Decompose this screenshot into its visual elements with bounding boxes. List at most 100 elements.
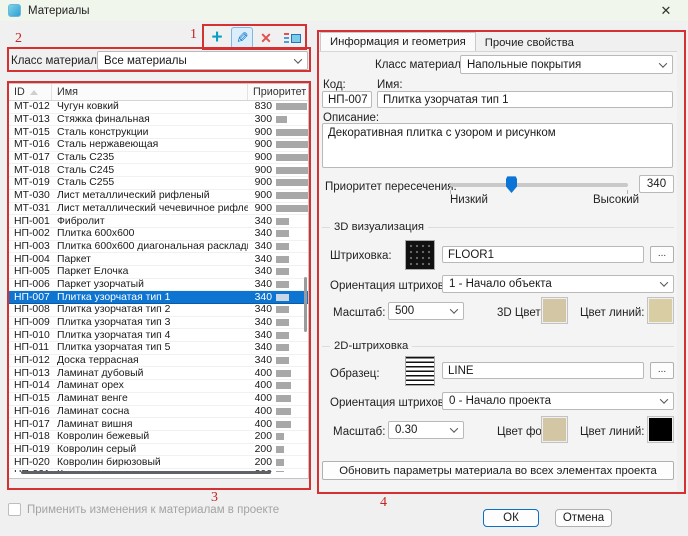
- table-row[interactable]: НП-020 Ковролин бирюзовый 200: [9, 456, 308, 469]
- column-header-name[interactable]: Имя: [52, 84, 248, 100]
- table-row[interactable]: НП-006 Паркет узорчатый 340: [9, 279, 308, 292]
- app-icon: [8, 4, 21, 17]
- material-class-filter-dropdown[interactable]: Все материалы: [97, 51, 308, 70]
- delete-material-button[interactable]: ✕: [255, 27, 277, 49]
- cell-priority: 900: [248, 190, 272, 201]
- code-field[interactable]: НП-007: [322, 91, 372, 108]
- linecolor-3d-label: Цвет линий:: [580, 307, 645, 319]
- table-row[interactable]: НП-005 Паркет Елочка 340: [9, 266, 308, 279]
- cell-name: Сталь конструкции: [52, 127, 248, 138]
- cell-name: Плитка 600x600: [52, 228, 248, 239]
- orientation-3d-dropdown[interactable]: 1 - Начало объекта: [442, 275, 674, 293]
- linecolor-3d-swatch[interactable]: [647, 297, 674, 324]
- table-row[interactable]: НП-011 Плитка узорчатая тип 5 340: [9, 342, 308, 355]
- cell-id: НП-018: [9, 431, 52, 442]
- cancel-button[interactable]: Отмена: [555, 509, 612, 527]
- table-row[interactable]: НП-019 Ковролин серый 200: [9, 444, 308, 457]
- sample-browse-button[interactable]: ...: [650, 362, 674, 379]
- cell-name: Сталь С245: [52, 165, 248, 176]
- table-row[interactable]: МТ-030 Лист металлический рифленый 900: [9, 190, 308, 203]
- linecolor-2d-swatch[interactable]: [647, 416, 674, 443]
- cell-name: Ковролин бирюзовый: [52, 457, 248, 468]
- cell-name: Паркет узорчатый: [52, 279, 248, 290]
- orientation-2d-dropdown[interactable]: 0 - Начало проекта: [442, 392, 674, 410]
- sample-name-field[interactable]: LINE: [442, 362, 644, 379]
- materials-table: ID Имя Приоритет МТ-012 Чугун ковкий 830…: [8, 83, 309, 479]
- material-class-filter-value: Все материалы: [104, 55, 291, 67]
- apply-changes-checkbox[interactable]: [8, 503, 21, 516]
- priority-bar: [276, 408, 291, 415]
- cell-priority: 340: [248, 279, 272, 290]
- table-row[interactable]: НП-013 Ламинат дубовый 400: [9, 367, 308, 380]
- cell-id: МТ-019: [9, 177, 52, 188]
- table-row[interactable]: НП-014 Ламинат орех 400: [9, 380, 308, 393]
- table-row[interactable]: МТ-031 Лист металлический чечевичное риф…: [9, 203, 308, 216]
- cell-priority: 400: [248, 419, 272, 430]
- priority-slider[interactable]: [450, 183, 628, 187]
- edit-material-button[interactable]: ✎: [231, 27, 253, 49]
- close-icon[interactable]: ✕: [658, 3, 674, 19]
- bgcolor-2d-swatch[interactable]: [541, 416, 568, 443]
- table-row[interactable]: МТ-017 Сталь С235 900: [9, 152, 308, 165]
- copy-material-button[interactable]: [281, 27, 303, 49]
- ok-button[interactable]: ОК: [483, 509, 539, 527]
- cell-id: НП-003: [9, 241, 52, 252]
- priority-value-field[interactable]: 340: [639, 175, 674, 193]
- table-row[interactable]: НП-002 Плитка 600x600 340: [9, 228, 308, 241]
- hatch-browse-button[interactable]: ...: [650, 246, 674, 263]
- table-row[interactable]: МТ-019 Сталь С255 900: [9, 177, 308, 190]
- column-header-priority[interactable]: Приоритет: [248, 84, 308, 100]
- hatch-preview-3d[interactable]: [405, 240, 435, 270]
- color-3d-swatch[interactable]: [541, 297, 568, 324]
- table-row[interactable]: НП-012 Доска террасная 340: [9, 355, 308, 368]
- scale-2d-dropdown[interactable]: 0.30: [388, 421, 464, 439]
- table-row[interactable]: НП-015 Ламинат венге 400: [9, 393, 308, 406]
- cell-priority: 340: [248, 292, 272, 303]
- priority-bar: [276, 116, 287, 123]
- cell-id: НП-010: [9, 330, 52, 341]
- group-3d-title: 3D визуализация: [330, 221, 428, 233]
- cell-name: Фибролит: [52, 216, 248, 227]
- description-field[interactable]: Декоративная плитка с узором и рисунком: [322, 123, 673, 168]
- priority-bar: [276, 382, 291, 389]
- horizontal-scrollbar[interactable]: [21, 471, 271, 474]
- class-dropdown[interactable]: Напольные покрытия: [460, 55, 673, 74]
- color-3d-label: 3D Цвет:: [497, 307, 544, 319]
- scale-3d-dropdown[interactable]: 500: [388, 302, 464, 320]
- table-row[interactable]: МТ-016 Сталь нержавеющая 900: [9, 139, 308, 152]
- tab-info-geometry[interactable]: Информация и геометрия: [320, 32, 476, 51]
- hatch-name-field[interactable]: FLOOR1: [442, 246, 644, 263]
- cell-name: Сталь нержавеющая: [52, 139, 248, 150]
- hatch-label: Штриховка:: [330, 250, 392, 262]
- table-row[interactable]: НП-008 Плитка узорчатая тип 2 340: [9, 304, 308, 317]
- cell-id: НП-007: [9, 292, 52, 303]
- cell-name: Стяжка финальная: [52, 114, 248, 125]
- table-row[interactable]: НП-003 Плитка 600x600 диагональная раскл…: [9, 241, 308, 254]
- cell-priority: 900: [248, 127, 272, 138]
- priority-bar: [276, 129, 308, 136]
- table-row[interactable]: МТ-015 Сталь конструкции 900: [9, 126, 308, 139]
- table-row[interactable]: НП-004 Паркет 340: [9, 253, 308, 266]
- name-field[interactable]: Плитка узорчатая тип 1: [377, 91, 673, 108]
- vertical-scrollbar[interactable]: [304, 277, 307, 332]
- tab-other-properties[interactable]: Прочие свойства: [476, 33, 583, 52]
- table-row[interactable]: НП-018 Ковролин бежевый 200: [9, 431, 308, 444]
- update-materials-button[interactable]: Обновить параметры материала во всех эле…: [322, 461, 674, 480]
- add-material-button[interactable]: +: [206, 27, 228, 49]
- cell-priority: 400: [248, 368, 272, 379]
- table-row[interactable]: НП-016 Ламинат сосна 400: [9, 406, 308, 419]
- table-row[interactable]: НП-001 Фибролит 340: [9, 215, 308, 228]
- column-header-id[interactable]: ID: [9, 84, 52, 100]
- table-row[interactable]: МТ-013 Стяжка финальная 300: [9, 114, 308, 127]
- table-row[interactable]: НП-009 Плитка узорчатая тип 3 340: [9, 317, 308, 330]
- table-row[interactable]: МТ-012 Чугун ковкий 830: [9, 101, 308, 114]
- priority-bar: [276, 421, 291, 428]
- delete-icon: ✕: [260, 30, 272, 47]
- orientation-2d-label: Ориентация штриховки:: [330, 397, 459, 409]
- table-row[interactable]: НП-010 Плитка узорчатая тип 4 340: [9, 329, 308, 342]
- hatch-preview-2d[interactable]: [405, 356, 435, 386]
- table-row[interactable]: НП-017 Ламинат вишня 400: [9, 418, 308, 431]
- table-row[interactable]: НП-007 Плитка узорчатая тип 1 340: [9, 291, 308, 304]
- annotation-number-1: 1: [190, 27, 197, 43]
- table-row[interactable]: МТ-018 Сталь С245 900: [9, 164, 308, 177]
